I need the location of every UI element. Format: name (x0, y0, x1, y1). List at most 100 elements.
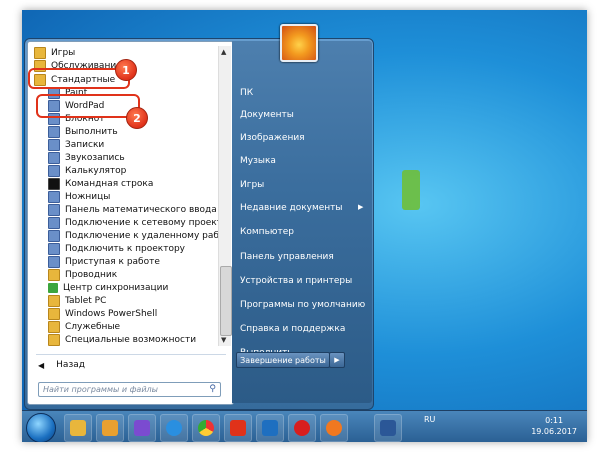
program-label: Подключить к проектору (65, 243, 185, 254)
getting-started-icon (48, 255, 60, 268)
scissors-icon (48, 190, 60, 203)
right-item-pc[interactable]: ПК (240, 88, 253, 98)
program-label: Подключение к удаленному рабочему стол (65, 230, 218, 241)
shutdown-button[interactable]: Завершение работы (236, 352, 330, 368)
right-item-computer[interactable]: Компьютер (240, 227, 294, 237)
shutdown-options-button[interactable]: ▶ (329, 352, 345, 368)
taskbar-opera-button[interactable] (288, 414, 316, 442)
tray-clock[interactable]: 0:11 19.06.2017 (531, 415, 577, 437)
taskbar-vivaldi-button[interactable] (224, 414, 252, 442)
program-item[interactable]: Подключение к удаленному рабочему стол (48, 229, 218, 242)
math-input-icon (48, 203, 60, 216)
chevron-right-icon: ▶ (334, 356, 340, 364)
program-item[interactable]: Tablet PC (48, 294, 106, 307)
clock-date: 19.06.2017 (531, 427, 577, 436)
play-icon (134, 420, 150, 436)
back-arrow-icon: ◀ (38, 360, 45, 370)
program-item[interactable]: Приступая к работе (48, 255, 160, 268)
search-placeholder: Найти программы и файлы (43, 385, 158, 394)
projector-icon (48, 216, 60, 229)
back-button[interactable]: ◀ Назад (38, 360, 85, 370)
taskbar-firefox-button[interactable] (320, 414, 348, 442)
folder-icon (48, 268, 60, 281)
folder-icon (48, 333, 60, 346)
program-label: Подключение к сетевому проектору (65, 217, 218, 228)
right-item-documents[interactable]: Документы (240, 110, 294, 120)
right-item-default-programs[interactable]: Программы по умолчанию (240, 300, 365, 310)
right-item-devices-printers[interactable]: Устройства и принтеры (240, 276, 352, 286)
folder-icon (48, 320, 60, 333)
divider (36, 354, 226, 355)
taskbar-explorer-button[interactable] (64, 414, 92, 442)
right-item-images[interactable]: Изображения (240, 133, 305, 143)
program-item[interactable]: Подключение к сетевому проектору (48, 216, 218, 229)
step-badge-1: 1 (115, 59, 137, 81)
folder-icon (48, 294, 60, 307)
microphone-icon (48, 151, 60, 164)
program-label: Проводник (65, 269, 118, 280)
program-label: Ножницы (65, 191, 111, 202)
taskbar-media-button[interactable] (96, 414, 124, 442)
projector-icon (48, 242, 60, 255)
calculator-icon (48, 164, 60, 177)
folder-icon (34, 46, 46, 59)
back-label: Назад (56, 360, 85, 370)
program-item[interactable]: Звукозапись (48, 151, 125, 164)
user-avatar[interactable] (280, 24, 318, 62)
taskbar-word-button[interactable] (374, 414, 402, 442)
taskbar-app-button[interactable] (256, 414, 284, 442)
program-label: Служебные (65, 321, 121, 332)
scroll-down-icon[interactable]: ▼ (221, 336, 226, 344)
program-item[interactable]: Игры (34, 46, 75, 59)
program-item[interactable]: Записки (48, 138, 104, 151)
scroll-thumb[interactable] (220, 266, 232, 336)
taskbar-ie-button[interactable] (160, 414, 188, 442)
program-item[interactable]: Центр синхронизации (48, 281, 168, 294)
program-label: Специальные возможности (65, 334, 197, 345)
taskbar-chrome-button[interactable] (192, 414, 220, 442)
taskbar-play-button[interactable] (128, 414, 156, 442)
cmd-icon (48, 177, 60, 190)
program-label: Выполнить (65, 126, 118, 137)
folder-icon (70, 420, 86, 436)
right-item-music[interactable]: Музыка (240, 156, 276, 166)
media-player-icon (102, 420, 118, 436)
taskbar: RU 0:11 19.06.2017 (22, 410, 587, 442)
program-list-scrollbar[interactable]: ▲ ▼ (218, 46, 232, 346)
program-label: Калькулятор (65, 165, 127, 176)
program-item[interactable]: Служебные (48, 320, 120, 333)
internet-explorer-icon (166, 420, 182, 436)
program-item[interactable]: Панель математического ввода (48, 203, 217, 216)
program-label: Центр синхронизации (63, 282, 169, 293)
program-label: Tablet PC (65, 295, 107, 306)
program-label: Звукозапись (65, 152, 125, 163)
sticky-notes-icon (48, 138, 60, 151)
remote-desktop-icon (48, 229, 60, 242)
program-item[interactable]: Windows PowerShell (48, 307, 157, 320)
right-item-games[interactable]: Игры (240, 180, 264, 190)
program-item[interactable]: Выполнить (48, 125, 118, 138)
right-item-recent-documents[interactable]: Недавние документы (240, 203, 343, 213)
sync-center-icon (48, 282, 58, 293)
screenshot-frame: Игры Обслуживание Стандартные Paint Word… (22, 10, 587, 442)
start-button[interactable] (26, 413, 56, 442)
program-item[interactable]: Проводник (48, 268, 117, 281)
right-item-help-support[interactable]: Справка и поддержка (240, 324, 345, 334)
search-input[interactable]: Найти программы и файлы ⚲ (38, 382, 221, 397)
program-label: Командная строка (65, 178, 154, 189)
clock-time: 0:11 (545, 416, 564, 425)
firefox-icon (326, 420, 342, 436)
program-item[interactable]: Командная строка (48, 177, 153, 190)
program-item[interactable]: Специальные возможности (48, 333, 196, 346)
tray-language[interactable]: RU (424, 415, 435, 424)
right-item-control-panel[interactable]: Панель управления (240, 252, 334, 262)
word-icon (380, 420, 396, 436)
program-item[interactable]: Ножницы (48, 190, 110, 203)
program-item[interactable]: Подключить к проектору (48, 242, 185, 255)
scroll-up-icon[interactable]: ▲ (221, 48, 226, 56)
highlight-wordpad (36, 94, 140, 118)
program-item[interactable]: Калькулятор (48, 164, 126, 177)
program-label: Панель математического ввода (65, 204, 217, 215)
windows-logo-fragment (402, 170, 420, 210)
search-icon[interactable]: ⚲ (209, 384, 216, 394)
